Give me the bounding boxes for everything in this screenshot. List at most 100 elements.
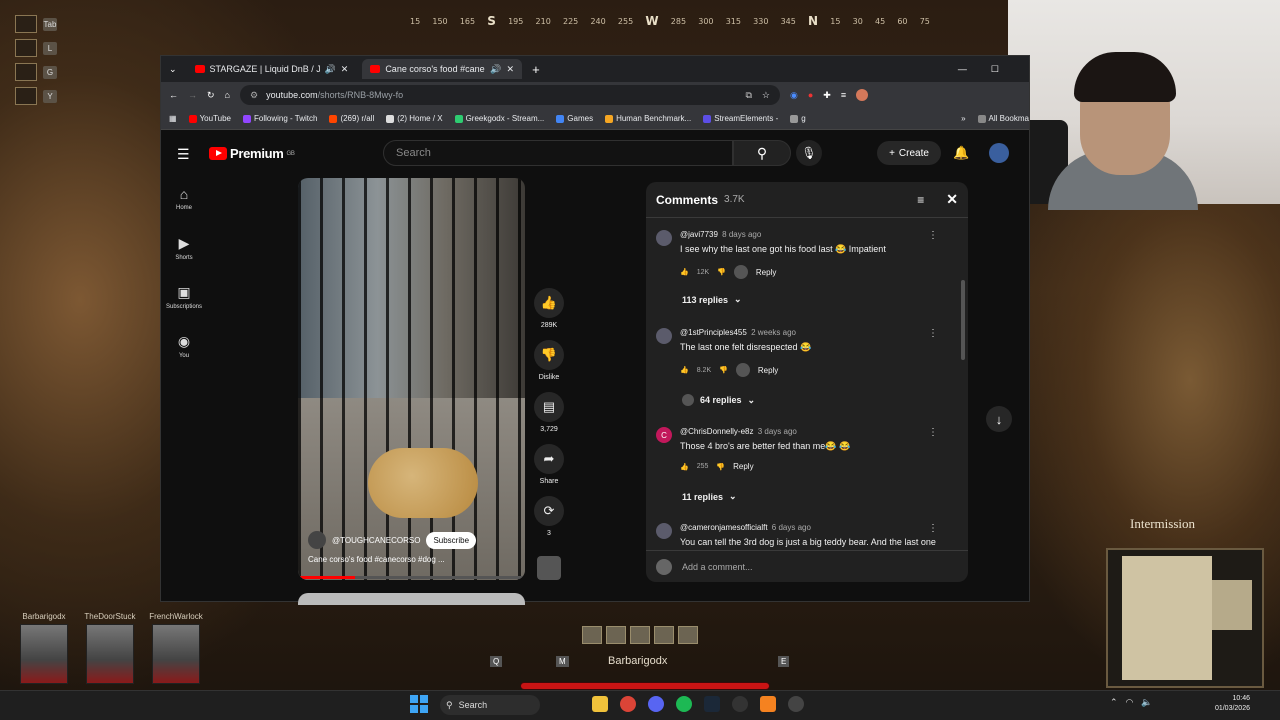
commenter-avatar[interactable] <box>656 328 672 344</box>
voice-search-button[interactable]: 🎙 <box>796 140 822 166</box>
speaker-icon[interactable]: 🔊 <box>325 64 336 75</box>
install-icon[interactable]: ⧉ <box>745 90 751 101</box>
sound-thumbnail[interactable] <box>537 556 561 580</box>
comments-scrollbar[interactable] <box>961 280 965 360</box>
tab-stargaze[interactable]: STARGAZE | Liquid DnB / Ju 🔊 ✕ <box>187 59 357 79</box>
extensions-puzzle-icon[interactable]: ✚ <box>823 90 831 101</box>
comment-author[interactable]: @1stPrinciples455 2 weeks ago <box>680 328 796 337</box>
app-icon[interactable] <box>760 696 776 712</box>
bookmark-item[interactable]: (2) Home / X <box>386 114 443 123</box>
clock[interactable]: 10:46 01/03/2026 <box>1208 694 1250 714</box>
comment-menu-icon[interactable]: ⋮ <box>928 328 938 339</box>
comment-username[interactable]: @ChrisDonnelly-e8z <box>680 427 753 436</box>
dislike-comment-icon[interactable]: 👎 <box>719 366 728 374</box>
volume-icon[interactable]: 🔈 <box>1141 697 1152 708</box>
discord-icon[interactable] <box>648 696 664 712</box>
spotify-icon[interactable] <box>676 696 692 712</box>
bookmark-item[interactable]: g <box>790 114 806 123</box>
channel-avatar[interactable] <box>308 531 326 549</box>
channel-name[interactable]: @TOUGHCANECORSO <box>332 536 420 545</box>
comment-time[interactable]: 3 days ago <box>758 427 797 436</box>
comment-author[interactable]: @cameronjamesofficialft 6 days ago <box>680 523 811 532</box>
close-tab-icon[interactable]: ✕ <box>341 64 349 75</box>
search-button[interactable]: ⚲ <box>733 140 791 166</box>
view-replies-button[interactable]: 11 replies ⌄ <box>682 491 737 502</box>
short-video-player[interactable]: @TOUGHCANECORSO Subscribe Cane corso's f… <box>298 178 525 580</box>
steam-icon[interactable] <box>704 696 720 712</box>
share-button[interactable]: ➦ Share <box>531 444 567 485</box>
remix-button[interactable]: ⟳ 3 <box>531 496 567 537</box>
new-tab-icon[interactable]: + <box>532 62 540 77</box>
file-explorer-icon[interactable] <box>592 696 608 712</box>
like-comment-icon[interactable]: 👍 <box>680 268 689 276</box>
add-comment-row[interactable]: Add a comment... <box>646 550 968 582</box>
bookmark-item[interactable]: Following - Twitch <box>243 114 317 123</box>
apps-grid-icon[interactable]: ▦ <box>169 114 177 123</box>
profile-avatar-icon[interactable] <box>856 89 869 101</box>
speaker-icon[interactable]: 🔊 <box>490 64 501 75</box>
wifi-icon[interactable]: ◠ <box>1126 697 1134 708</box>
search-input[interactable]: Search <box>383 140 733 166</box>
more-bookmarks-icon[interactable]: » <box>961 114 965 123</box>
extension-record-icon[interactable]: ● <box>808 90 813 100</box>
reply-button[interactable]: Reply <box>733 462 753 471</box>
youtube-premium-logo[interactable]: Premium GB <box>209 146 295 161</box>
maximize-icon[interactable]: ☐ <box>991 64 999 75</box>
reply-button[interactable]: Reply <box>756 268 776 277</box>
bookmark-item[interactable]: YouTube <box>188 114 231 123</box>
back-icon[interactable]: ← <box>169 90 178 100</box>
video-progress-bar[interactable] <box>298 576 525 579</box>
comment-menu-icon[interactable]: ⋮ <box>928 523 938 534</box>
reload-icon[interactable]: ↻ <box>207 90 215 101</box>
media-icon[interactable]: ≡ <box>841 90 846 100</box>
bookmark-item[interactable]: (269) r/all <box>329 114 374 123</box>
view-replies-button[interactable]: 113 replies ⌄ <box>682 294 742 305</box>
all-bookmarks[interactable]: All Bookma <box>977 114 1029 123</box>
bookmark-item[interactable]: StreamElements - <box>703 114 778 123</box>
windows-start-button[interactable] <box>410 695 428 713</box>
comment-menu-icon[interactable]: ⋮ <box>928 230 938 241</box>
bookmark-item[interactable]: Games <box>556 114 593 123</box>
site-info-icon[interactable]: ⚙ <box>250 90 258 101</box>
like-comment-icon[interactable]: 👍 <box>680 366 689 374</box>
dislike-comment-icon[interactable]: 👎 <box>716 463 725 471</box>
subscribe-button[interactable]: Subscribe <box>426 531 477 549</box>
like-button[interactable]: 👍 289K <box>531 288 567 329</box>
chevron-up-icon[interactable]: ⌃ <box>1110 697 1118 708</box>
comment-author[interactable]: @ChrisDonnelly-e8z 3 days ago <box>680 427 797 436</box>
home-icon[interactable]: ⌂ <box>225 90 230 100</box>
comment-time[interactable]: 8 days ago <box>722 230 761 239</box>
extension-icon[interactable]: ◉ <box>790 90 798 101</box>
menu-icon[interactable]: ☰ <box>177 146 190 163</box>
create-button[interactable]: + Create <box>877 141 941 165</box>
video-title[interactable]: Cane corso's food #canecorso #dog ... <box>308 555 508 564</box>
add-comment-input[interactable]: Add a comment... <box>682 562 753 572</box>
bookmark-star-icon[interactable]: ☆ <box>762 90 770 101</box>
comments-button[interactable]: ▤ 3,729 <box>531 392 567 433</box>
bookmark-item[interactable]: Greekgodx - Stream... <box>454 114 544 123</box>
comment-time[interactable]: 2 weeks ago <box>751 328 796 337</box>
next-short-preview[interactable] <box>298 593 525 605</box>
bookmark-item[interactable]: Human Benchmark... <box>605 114 691 123</box>
notifications-bell-icon[interactable]: 🔔 <box>953 145 969 161</box>
account-avatar[interactable] <box>989 143 1009 163</box>
chrome-icon[interactable] <box>620 696 636 712</box>
nav-item-home[interactable]: ⌂ Home <box>161 186 207 211</box>
scroll-down-button[interactable]: ↓ <box>986 406 1012 432</box>
view-replies-button[interactable]: 64 replies ⌄ <box>682 394 755 406</box>
like-comment-icon[interactable]: 👍 <box>680 463 689 471</box>
nav-item-subscriptions[interactable]: ▣ Subscriptions <box>161 284 207 310</box>
close-tab-icon[interactable]: ✕ <box>507 64 515 75</box>
sort-icon[interactable]: ≡ <box>917 193 924 207</box>
address-bar[interactable]: ⚙ youtube.com/shorts/RNB-8Mwy-fo ⧉ ☆ <box>239 85 780 105</box>
reply-button[interactable]: Reply <box>758 366 778 375</box>
commenter-avatar[interactable]: C <box>656 427 672 443</box>
forward-icon[interactable]: → <box>188 90 197 100</box>
commenter-avatar[interactable] <box>656 230 672 246</box>
tab-list-chevron-icon[interactable]: ⌄ <box>165 64 181 75</box>
comment-author[interactable]: @javi7739 8 days ago <box>680 230 761 239</box>
comment-username[interactable]: @javi7739 <box>680 230 718 239</box>
comment-time[interactable]: 6 days ago <box>772 523 811 532</box>
comment-menu-icon[interactable]: ⋮ <box>928 427 938 438</box>
taskbar-search[interactable]: ⚲ Search <box>440 695 540 715</box>
